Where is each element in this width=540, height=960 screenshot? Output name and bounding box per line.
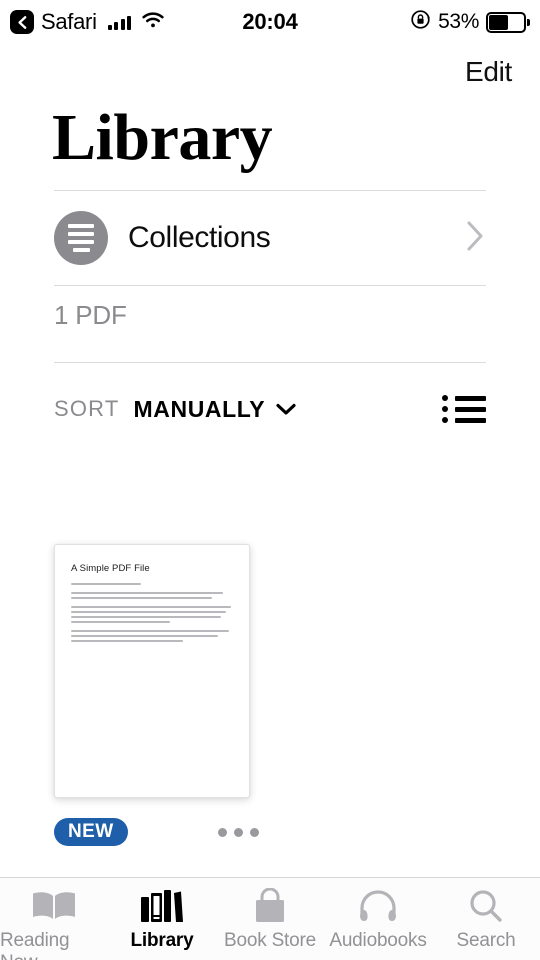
- tab-reading-now[interactable]: Reading Now: [0, 887, 108, 960]
- tab-book-store[interactable]: Book Store: [216, 887, 324, 952]
- chevron-down-icon[interactable]: [275, 402, 297, 416]
- separator-count: [54, 362, 486, 363]
- tab-label: Audiobooks: [329, 930, 427, 951]
- tab-label: Library: [130, 930, 194, 951]
- separator-top: [54, 190, 486, 191]
- pdf-cover-paragraph: [71, 583, 231, 585]
- tab-label: Book Store: [224, 930, 316, 951]
- sort-label: SORT: [54, 396, 120, 421]
- item-count-label: 1 PDF: [54, 300, 127, 330]
- tab-label: Reading Now: [0, 930, 70, 960]
- shopping-bag-icon: [249, 887, 291, 925]
- pdf-cover-body: [71, 583, 231, 649]
- library-item: A Simple PDF File NEW: [54, 544, 259, 852]
- sort-value[interactable]: MANUALLY: [134, 396, 266, 423]
- collections-label: Collections: [128, 221, 271, 254]
- headphones-icon: [356, 887, 400, 925]
- status-bar-right: 53%: [410, 9, 530, 35]
- edit-button[interactable]: Edit: [457, 52, 520, 92]
- pdf-cover-title: A Simple PDF File: [71, 563, 150, 574]
- rotation-lock-icon: [410, 9, 431, 35]
- list-view-icon[interactable]: [442, 395, 486, 423]
- pdf-cover-paragraph: [71, 630, 231, 642]
- battery-icon: [486, 11, 530, 33]
- sort-row: SORT MANUALLY: [54, 392, 486, 426]
- collections-row[interactable]: Collections: [54, 207, 486, 269]
- tab-label: Search: [456, 930, 516, 951]
- separator-collections: [54, 285, 486, 286]
- page-title: Library: [52, 101, 273, 174]
- library-item-meta: NEW: [54, 812, 259, 852]
- open-book-icon: [29, 887, 79, 925]
- status-badge: NEW: [54, 817, 128, 847]
- tab-library[interactable]: Library: [108, 887, 216, 952]
- books-shelf-icon: [139, 887, 185, 925]
- collections-list-icon: [54, 211, 108, 265]
- tab-search[interactable]: Search: [432, 887, 540, 952]
- pdf-cover-thumbnail[interactable]: A Simple PDF File: [54, 544, 250, 798]
- pdf-cover-paragraph: [71, 606, 231, 623]
- more-options-icon[interactable]: [214, 822, 263, 843]
- status-bar: Safari 20:04 53%: [0, 0, 540, 44]
- tab-bar: Reading Now Library: [0, 877, 540, 960]
- books-library-screen: Safari 20:04 53% Edit Library Collection…: [0, 0, 540, 960]
- tab-audiobooks[interactable]: Audiobooks: [324, 887, 432, 952]
- search-icon: [466, 887, 506, 925]
- chevron-right-icon: [464, 219, 486, 258]
- battery-percent-label: 53%: [438, 10, 479, 33]
- pdf-cover-paragraph: [71, 592, 231, 599]
